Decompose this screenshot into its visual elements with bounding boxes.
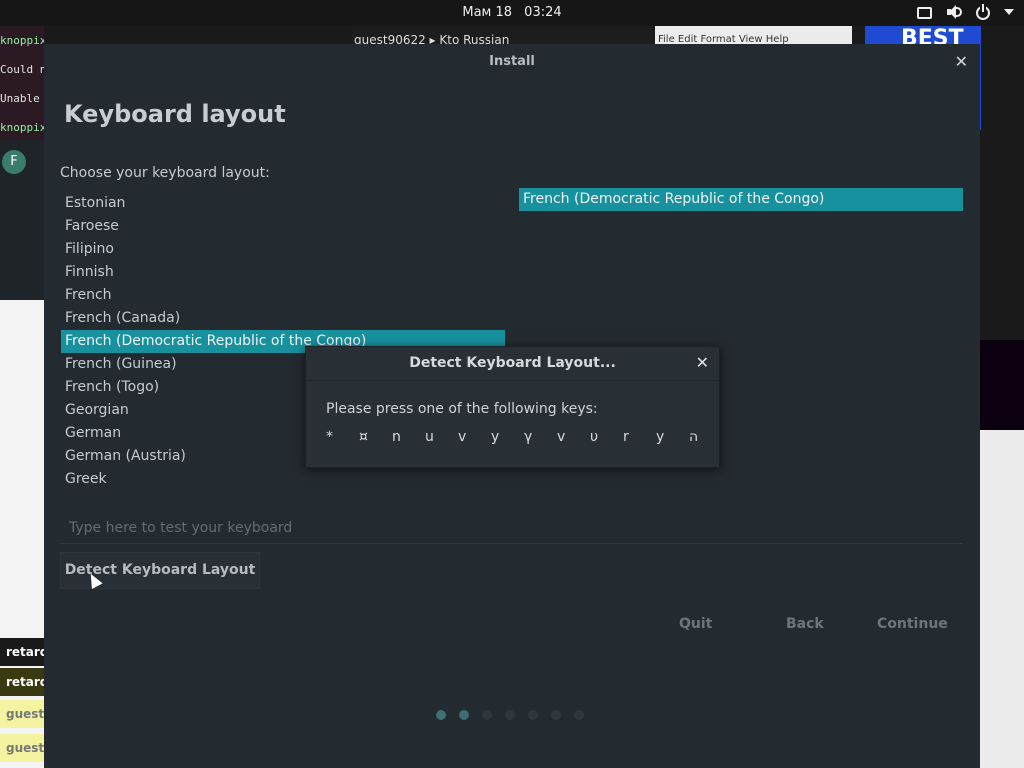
key-glyph: v	[458, 429, 467, 445]
clock-time: 03:24	[524, 5, 562, 20]
layout-item[interactable]: Finnish	[61, 261, 505, 284]
caret-down-icon[interactable]	[1004, 9, 1014, 15]
close-icon[interactable]: ✕	[955, 52, 968, 71]
quit-button[interactable]: Quit	[679, 616, 712, 632]
progress-dot	[574, 710, 584, 720]
layout-item[interactable]: French	[61, 284, 505, 307]
background-label: retard	[0, 638, 44, 666]
layout-item[interactable]: Faroese	[61, 215, 505, 238]
chat-avatar: F	[2, 150, 26, 174]
key-glyph: ה	[689, 429, 699, 445]
detect-dialog: Detect Keyboard Layout... ✕ Please press…	[305, 346, 720, 468]
terminal-line: Could not	[0, 63, 44, 76]
top-bar: Мам 18 03:24	[0, 0, 1024, 26]
terminal-line: knoppix@tk	[0, 34, 44, 47]
dialog-close-icon[interactable]: ✕	[696, 353, 709, 372]
system-tray[interactable]	[917, 3, 1014, 20]
key-glyph: r	[623, 429, 629, 445]
key-glyph: γ	[524, 429, 533, 445]
keyboard-test-input[interactable]	[60, 512, 962, 544]
dialog-text: Please press one of the following keys:	[326, 401, 598, 417]
background-label: guest	[0, 700, 44, 728]
progress-dot	[459, 710, 469, 720]
background-strip: guest90622 ▸ Kto Russian	[352, 26, 652, 46]
background-label: guest	[0, 734, 44, 762]
progress-dots	[436, 710, 584, 720]
background-right-light	[980, 430, 1024, 768]
key-glyph: u	[425, 429, 434, 445]
progress-dot	[436, 710, 446, 720]
background-label: retard	[0, 668, 44, 696]
terminal-line: Unable t	[0, 92, 44, 105]
continue-button[interactable]: Continue	[877, 616, 948, 632]
page-title: Keyboard layout	[64, 100, 286, 128]
clock-date: Мам 18	[462, 5, 513, 20]
dialog-keys: * ¤ n u v y γ v υ r y ה	[326, 429, 722, 445]
progress-dot	[505, 710, 515, 720]
volume-icon[interactable]	[946, 4, 962, 20]
layout-prompt: Choose your keyboard layout:	[60, 165, 270, 181]
keyboard-icon[interactable]	[917, 7, 932, 19]
background-menu: File Edit Format View Help	[655, 26, 852, 46]
progress-dot	[551, 710, 561, 720]
layout-item[interactable]: Filipino	[61, 238, 505, 261]
layout-item[interactable]: French (Canada)	[61, 307, 505, 330]
background-right-dark	[980, 340, 1024, 430]
key-glyph: υ	[590, 429, 599, 445]
key-glyph: y	[656, 429, 665, 445]
background-chat: F	[0, 140, 44, 300]
power-icon[interactable]	[976, 3, 990, 20]
clock[interactable]: Мам 18 03:24	[0, 5, 1024, 20]
title-bar[interactable]: Install ✕	[44, 44, 980, 78]
progress-dot	[482, 710, 492, 720]
background-page: retardretard guest guest	[0, 300, 44, 768]
key-glyph: n	[392, 429, 401, 445]
key-glyph: ¤	[359, 429, 368, 445]
terminal-line: knoppix@tk	[0, 121, 44, 134]
progress-dot	[528, 710, 538, 720]
key-glyph: v	[557, 429, 566, 445]
layout-item[interactable]: Greek	[61, 468, 505, 491]
window-title: Install	[489, 54, 535, 69]
back-button[interactable]: Back	[786, 616, 824, 632]
variant-item[interactable]: French (Democratic Republic of the Congo…	[519, 188, 963, 211]
layout-item[interactable]: Estonian	[61, 192, 505, 215]
dialog-title: Detect Keyboard Layout...	[409, 355, 616, 371]
dialog-divider	[306, 380, 719, 381]
key-glyph: *	[326, 429, 333, 445]
key-glyph: y	[491, 429, 500, 445]
